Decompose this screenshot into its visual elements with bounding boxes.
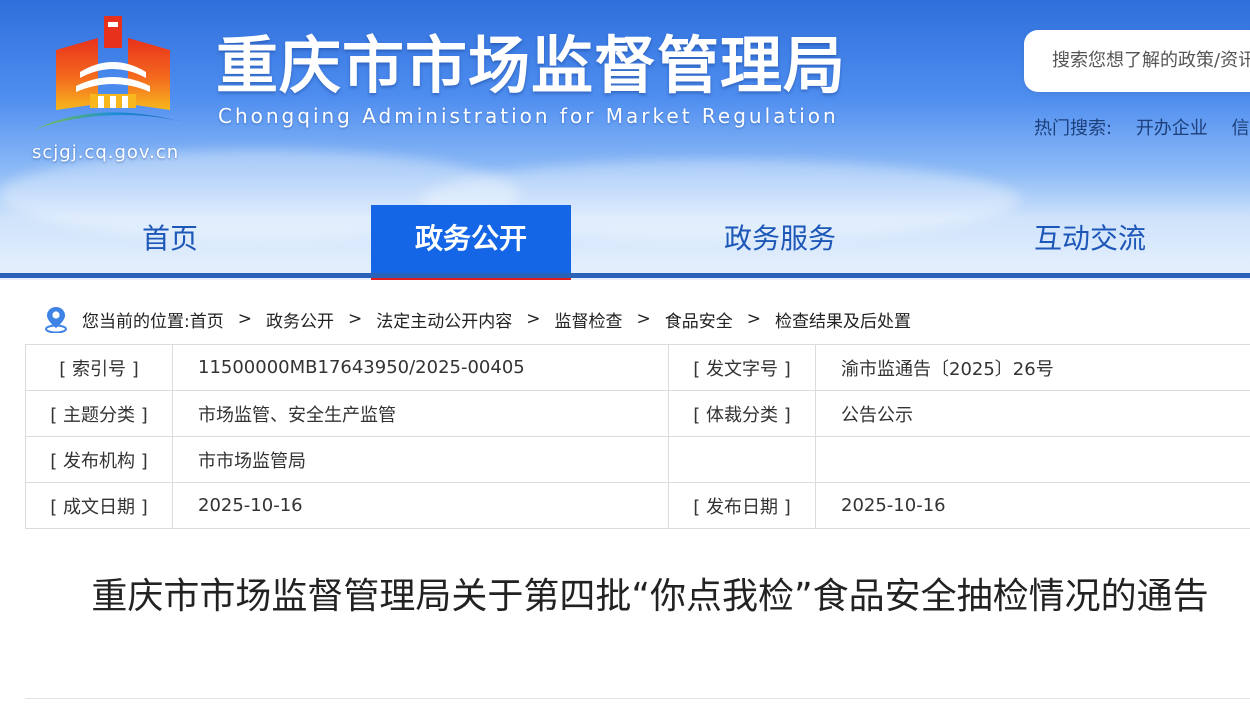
breadcrumb-item[interactable]: 食品安全 (665, 307, 733, 332)
nav-bottom-bar (0, 273, 1250, 278)
site-logo-icon[interactable] (28, 12, 198, 142)
breadcrumb-separator: > (526, 309, 541, 329)
info-value-document-number: 渝市监通告〔2025〕26号 (815, 344, 1250, 391)
breadcrumb-item[interactable]: 检查结果及后处置 (775, 307, 911, 332)
breadcrumb-separator: > (746, 309, 761, 329)
breadcrumb-separator: > (237, 309, 252, 329)
table-row: [ 索引号 ] 11500000MB17643950/2025-00405 [ … (25, 344, 1250, 391)
breadcrumb-separator: > (347, 309, 363, 329)
table-row: [ 主题分类 ] 市场监管、安全生产监管 [ 体裁分类 ] 公告公示 (25, 390, 1250, 437)
info-label-written-date: [ 成文日期 ] (25, 482, 173, 529)
nav-item-home[interactable]: 首页 (70, 205, 270, 276)
info-value-publish-date: 2025-10-16 (815, 482, 1250, 529)
info-label-index-number: [ 索引号 ] (25, 344, 173, 391)
info-value-empty (815, 436, 1250, 483)
info-label-publish-date: [ 发布日期 ] (668, 482, 816, 529)
breadcrumb-item[interactable]: 监督检查 (554, 307, 622, 332)
info-label-document-number: [ 发文字号 ] (668, 344, 816, 391)
breadcrumb: 您当前的位置: 首页 > 政务公开 > 法定主动公开内容 > 监督检查 > 食品… (44, 304, 911, 334)
nav-item-gov-services[interactable]: 政务服务 (680, 205, 880, 276)
site-subtitle: Chongqing Administration for Market Regu… (218, 104, 839, 128)
info-value-written-date: 2025-10-16 (172, 482, 669, 529)
info-value-genre: 公告公示 (815, 390, 1250, 437)
search-input[interactable] (1024, 30, 1250, 92)
site-header: 重庆市市场监督管理局 Chongqing Administration for … (0, 0, 1250, 280)
hot-search: 热门搜索: 开办企业 信用 (1034, 114, 1250, 140)
breadcrumb-separator: > (636, 309, 651, 329)
table-row: [ 发布机构 ] 市市场监管局 (25, 436, 1250, 483)
info-label-topic: [ 主题分类 ] (25, 390, 173, 437)
document-info-table: [ 索引号 ] 11500000MB17643950/2025-00405 [ … (25, 344, 1250, 529)
breadcrumb-item[interactable]: 政务公开 (266, 307, 334, 332)
hot-search-link[interactable]: 开办企业 (1136, 118, 1208, 139)
info-label-genre: [ 体裁分类 ] (668, 390, 816, 437)
hot-search-label: 热门搜索: (1034, 118, 1113, 139)
breadcrumb-item[interactable]: 法定主动公开内容 (376, 307, 512, 332)
info-value-publisher: 市市场监管局 (172, 436, 669, 483)
breadcrumb-item[interactable]: 首页 (190, 307, 224, 332)
hot-search-link[interactable]: 信用 (1232, 118, 1250, 139)
nav-item-interaction[interactable]: 互动交流 (990, 205, 1190, 276)
table-row: [ 成文日期 ] 2025-10-16 [ 发布日期 ] 2025-10-16 (25, 482, 1250, 529)
nav-item-gov-affairs-open[interactable]: 政务公开 (371, 205, 571, 280)
content-divider (25, 698, 1250, 699)
info-label-empty (668, 436, 816, 483)
breadcrumb-prefix: 您当前的位置: (82, 311, 190, 332)
article-title: 重庆市市场监督管理局关于第四批“你点我检”食品安全抽检情况的通告 (91, 576, 1209, 617)
site-title: 重庆市市场监督管理局 (216, 29, 847, 102)
location-pin-icon (45, 307, 67, 333)
info-value-index-number: 11500000MB17643950/2025-00405 (172, 344, 669, 391)
info-value-topic: 市场监管、安全生产监管 (172, 390, 669, 437)
info-label-publisher: [ 发布机构 ] (25, 436, 173, 483)
site-domain: scjgj.cq.gov.cn (32, 142, 180, 163)
main-nav: 首页 政务公开 政务服务 互动交流 (0, 205, 1250, 280)
